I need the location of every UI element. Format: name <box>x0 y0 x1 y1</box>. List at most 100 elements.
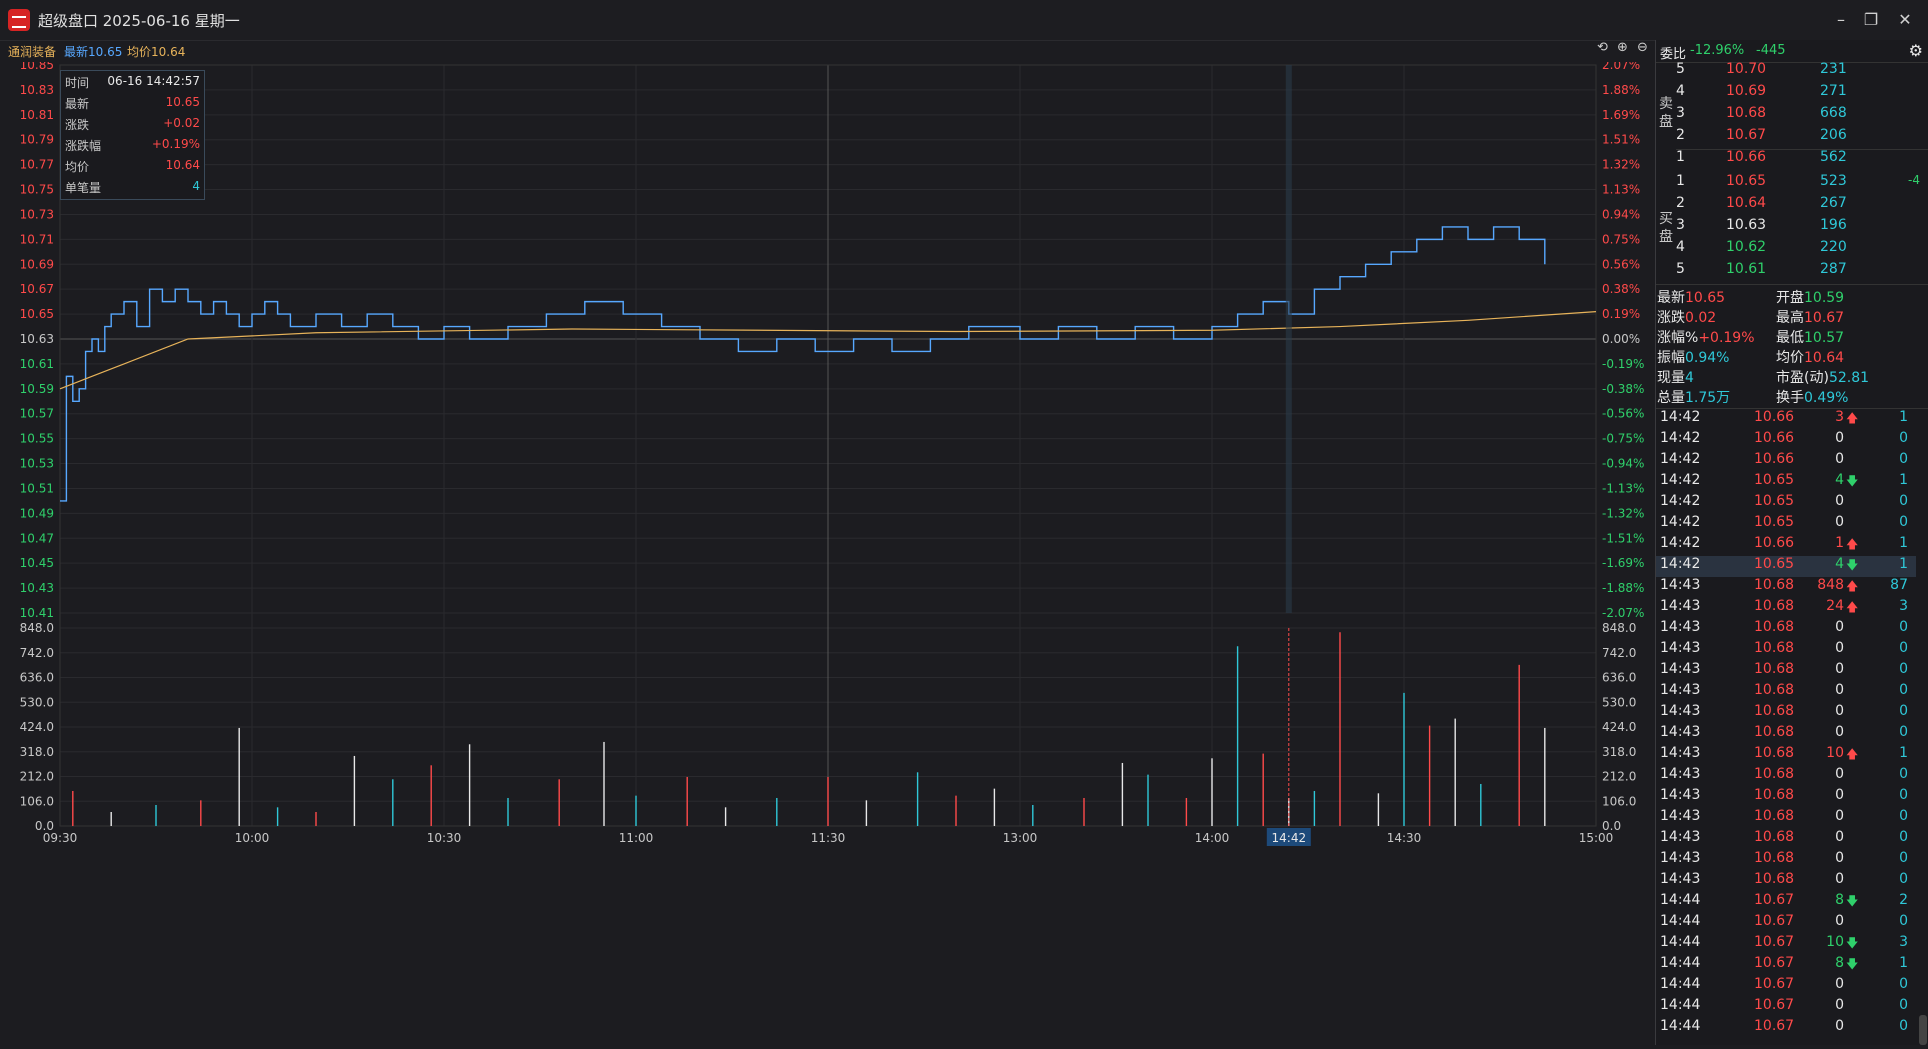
buy-level-row[interactable]: 3 10.63 196 <box>1676 217 1906 239</box>
buy-level-row[interactable]: 2 10.64 267 <box>1676 195 1906 217</box>
tick-row[interactable]: 14:42 10.66 0 0 <box>1656 430 1916 451</box>
tick-volume: 848 <box>1817 577 1844 593</box>
tick-row[interactable]: 14:42 10.65 4 🡇 1 <box>1656 556 1916 577</box>
pct-tick-label: 0.75% <box>1602 232 1640 246</box>
reset-icon[interactable]: ⟲ <box>1597 40 1608 55</box>
sell-label-1: 卖 <box>1659 96 1673 112</box>
tick-row[interactable]: 14:42 10.66 1 🡅 1 <box>1656 535 1916 556</box>
tick-volume: 3 <box>1835 409 1844 425</box>
tick-price: 10.66 <box>1754 451 1795 467</box>
arrow-up-icon: 🡅 <box>1846 411 1859 425</box>
tick-price: 10.68 <box>1754 640 1795 656</box>
stat-key: 总量 <box>1657 390 1685 406</box>
tick-count: 3 <box>1899 598 1908 614</box>
stat-item: 最高10.67 <box>1776 307 1844 327</box>
window-title: 超级盘口 2025-06-16 星期一 <box>38 12 240 30</box>
sell-level-row[interactable]: 5 10.70 231 <box>1676 61 1906 83</box>
tick-volume: 0 <box>1835 997 1844 1013</box>
price-tick-label: 10.75 <box>20 183 54 197</box>
pct-tick-label: 0.19% <box>1602 307 1640 321</box>
stat-item: 现量4 <box>1657 367 1694 387</box>
tick-row[interactable]: 14:44 10.67 8 🡇 1 <box>1656 955 1916 976</box>
stat-key: 振幅 <box>1657 350 1685 366</box>
pct-tick-label: -0.75% <box>1602 432 1644 446</box>
intraday-chart[interactable]: 10.85 2.07% 10.83 1.88% 10.81 1.69% 10.79 1.51%… <box>0 58 1655 1045</box>
tick-time: 14:42 <box>1660 409 1701 425</box>
tick-row[interactable]: 14:44 10.67 0 0 <box>1656 1018 1916 1039</box>
price-tick-label: 10.83 <box>20 83 54 97</box>
sell-level-row[interactable]: 3 10.68 668 <box>1676 105 1906 127</box>
tick-volume: 0 <box>1835 451 1844 467</box>
tick-row[interactable]: 14:43 10.68 0 0 <box>1656 850 1916 871</box>
tick-volume: 10 <box>1826 934 1844 950</box>
tick-count: 0 <box>1899 493 1908 509</box>
level-price: 10.70 <box>1726 61 1767 77</box>
tick-time: 14:43 <box>1660 577 1701 593</box>
tick-time: 14:43 <box>1660 766 1701 782</box>
buy-level-row[interactable]: 5 10.61 287 <box>1676 261 1906 283</box>
tick-row[interactable]: 14:42 10.66 0 0 <box>1656 451 1916 472</box>
restore-button[interactable]: ❐ <box>1856 8 1886 32</box>
tick-row[interactable]: 14:44 10.67 8 🡇 2 <box>1656 892 1916 913</box>
tooltip-value: 4 <box>192 179 200 193</box>
tick-row[interactable]: 14:43 10.68 10 🡅 1 <box>1656 745 1916 766</box>
order-ratio-label: 委比 <box>1660 47 1687 62</box>
sell-side-label: 卖 盘 <box>1659 95 1675 131</box>
tooltip-key: 单笔量 <box>65 181 102 195</box>
tick-row[interactable]: 14:42 10.66 3 🡅 1 <box>1656 409 1916 430</box>
tick-row[interactable]: 14:43 10.68 0 0 <box>1656 829 1916 850</box>
tick-row[interactable]: 14:43 10.68 0 0 <box>1656 619 1916 640</box>
tick-row[interactable]: 14:43 10.68 0 0 <box>1656 871 1916 892</box>
pct-tick-label: -0.38% <box>1602 382 1644 396</box>
tick-row[interactable]: 14:43 10.68 24 🡅 3 <box>1656 598 1916 619</box>
sell-level-row[interactable]: 4 10.69 271 <box>1676 83 1906 105</box>
tick-time: 14:43 <box>1660 829 1701 845</box>
tick-row[interactable]: 14:42 10.65 0 0 <box>1656 493 1916 514</box>
tick-volume: 4 <box>1835 556 1844 572</box>
tick-row[interactable]: 14:43 10.68 0 0 <box>1656 640 1916 661</box>
tick-row[interactable]: 14:43 10.68 0 0 <box>1656 766 1916 787</box>
time-tick-label: 15:00 <box>1579 831 1614 845</box>
tick-price: 10.67 <box>1754 955 1795 971</box>
tick-row[interactable]: 14:43 10.68 848 🡅 87 <box>1656 577 1916 598</box>
tick-row[interactable]: 14:44 10.67 0 0 <box>1656 976 1916 997</box>
tick-row[interactable]: 14:42 10.65 0 0 <box>1656 514 1916 535</box>
buy-level-row[interactable]: 1 10.65 523 -4 <box>1676 173 1920 195</box>
tick-row[interactable]: 14:43 10.68 0 0 <box>1656 808 1916 829</box>
level-number: 4 <box>1676 83 1685 99</box>
sell-level-row[interactable]: 2 10.67 206 <box>1676 127 1906 149</box>
pct-tick-label: 1.51% <box>1602 133 1640 147</box>
tick-count: 0 <box>1899 724 1908 740</box>
tick-row[interactable]: 14:43 10.68 0 0 <box>1656 661 1916 682</box>
chart-svg: 10.85 2.07% 10.83 1.88% 10.81 1.69% 10.79 1.51%… <box>20 58 1644 846</box>
pct-tick-label: -1.88% <box>1602 581 1644 595</box>
tick-row[interactable]: 14:44 10.67 0 0 <box>1656 997 1916 1018</box>
stat-item: 振幅0.94% <box>1657 347 1729 367</box>
price-tick-label: 10.57 <box>20 407 54 421</box>
tick-row[interactable]: 14:43 10.68 0 0 <box>1656 724 1916 745</box>
sell-level-row[interactable]: 1 10.66 562 <box>1676 149 1906 171</box>
tick-row[interactable]: 14:42 10.65 4 🡇 1 <box>1656 472 1916 493</box>
tick-count: 0 <box>1899 808 1908 824</box>
zoom-in-icon[interactable]: ⊕ <box>1617 40 1628 55</box>
tick-volume: 0 <box>1835 871 1844 887</box>
tick-count: 0 <box>1899 619 1908 635</box>
volume-tick-label-right: 424.0 <box>1602 720 1636 734</box>
tick-row[interactable]: 14:44 10.67 0 0 <box>1656 913 1916 934</box>
tick-scrollbar[interactable] <box>1919 1015 1927 1045</box>
volume-tick-label: 318.0 <box>20 745 54 759</box>
settings-gear-icon[interactable]: ⚙ <box>1909 41 1923 60</box>
tick-volume: 0 <box>1835 514 1844 530</box>
buy-level-row[interactable]: 4 10.62 220 <box>1676 239 1906 261</box>
zoom-out-icon[interactable]: ⊖ <box>1637 40 1648 55</box>
close-button[interactable]: ✕ <box>1890 8 1920 32</box>
tick-time: 14:43 <box>1660 703 1701 719</box>
minimize-button[interactable]: – <box>1826 8 1856 32</box>
tick-row[interactable]: 14:43 10.68 0 0 <box>1656 703 1916 724</box>
tick-list[interactable]: 14:42 10.66 3 🡅 1 14:42 10.66 0 0 14:42 10.66 0 0 14:… <box>1656 408 1928 1046</box>
pct-tick-label: -1.32% <box>1602 506 1644 520</box>
tick-row[interactable]: 14:43 10.68 0 0 <box>1656 682 1916 703</box>
tick-row[interactable]: 14:44 10.67 10 🡇 3 <box>1656 934 1916 955</box>
tick-row[interactable]: 14:43 10.68 0 0 <box>1656 787 1916 808</box>
pct-tick-label: -0.19% <box>1602 357 1644 371</box>
